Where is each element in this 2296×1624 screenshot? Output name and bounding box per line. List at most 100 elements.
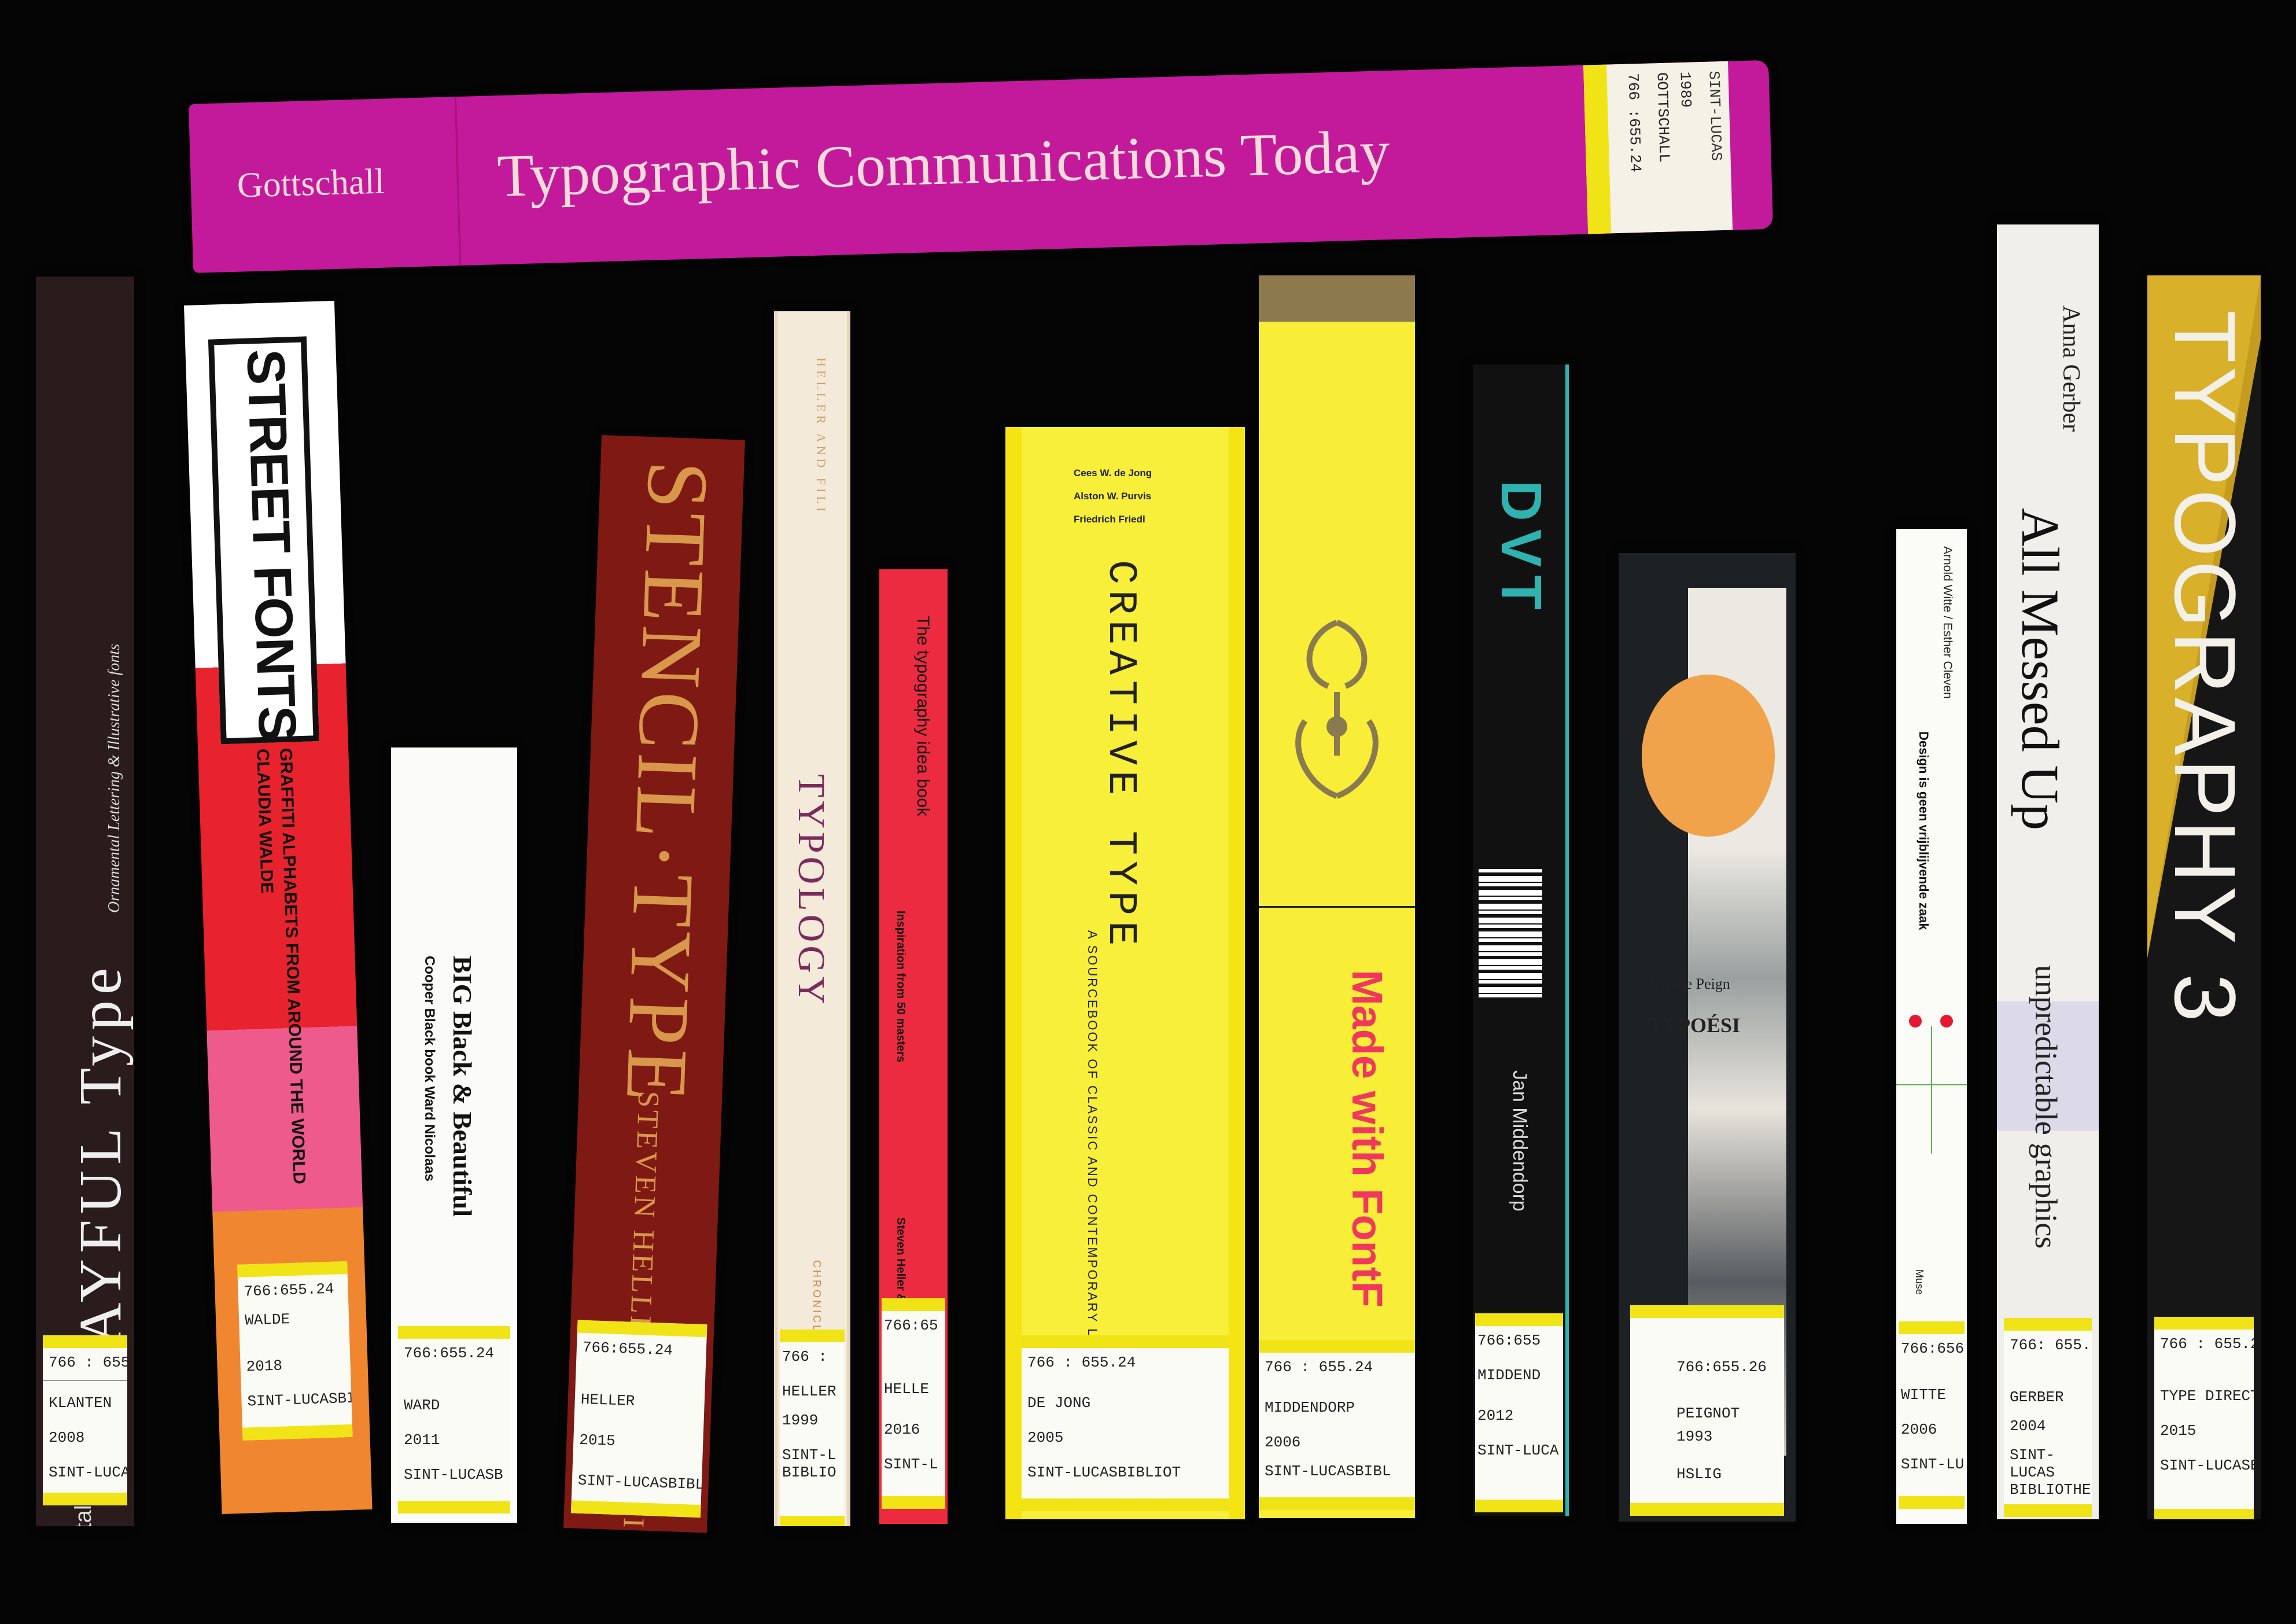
book-street-fonts: STREET FONTS GRAFFITI ALPHABETS FROM ARO…: [184, 300, 373, 1514]
label-library: SINT-LUCAS BIBLIOTHE: [2010, 1446, 2091, 1498]
book-title: All Messed Up: [2011, 508, 2070, 831]
label-call-number: 766 : 655.24: [1265, 1358, 1373, 1376]
book-subtitle: GRAFFITI ALPHABETS FROM AROUND THE WORLD: [276, 747, 309, 1185]
ornament-icon: [1295, 620, 1379, 799]
label-call-number: 766:656: [1901, 1340, 1965, 1357]
book-playful-type: PLAYFUL Type Ornamental Lettering & Illu…: [36, 277, 134, 1526]
label-year: 2006: [1901, 1421, 1937, 1438]
book-subtitle: Ornamental Lettering & Illustrative font…: [105, 643, 123, 913]
bookshelf-scene: Gottschall Typographic Communications To…: [0, 0, 2296, 1624]
label-year: 2015: [2160, 1422, 2197, 1439]
library-label: 766:656 WITTE 2006 SINT-LUC: [1899, 1321, 1965, 1509]
book-author: Arnold Witte / Esther Cleven: [1941, 546, 1954, 699]
book-author: Jan Middendorp: [1509, 1070, 1531, 1211]
label-library: SINT-LUCASBIBL: [1265, 1463, 1391, 1480]
book-made-with-fontfont: Made with FontF 766 : 655.24 MIDDENDORP …: [1259, 275, 1415, 1518]
label-name: HELLE: [884, 1380, 930, 1398]
barcode: [1479, 868, 1542, 1001]
book-creative-type: Cees W. de Jong Alston W. Purvis Friedri…: [1005, 427, 1245, 1519]
label-name: HELLER: [580, 1390, 635, 1411]
book-title: DVT: [1490, 480, 1553, 618]
label-call-number: 766:655.24: [582, 1338, 673, 1360]
label-library: SINT-LUC: [1901, 1456, 1965, 1473]
book-title: CREATIVE TYPE: [1097, 560, 1143, 952]
label-name: HELLER: [782, 1383, 836, 1400]
label-name: KLANTEN: [49, 1394, 112, 1412]
book-subtitle: unpredictable graphics: [2029, 965, 2063, 1249]
label-library: SINT-LUCASBIBLI: [247, 1389, 353, 1411]
label-call-number: 766:65: [884, 1317, 938, 1334]
book-typography-idea-book: The typography idea book Inspiration fro…: [879, 569, 948, 1524]
label-year: 2015: [578, 1431, 616, 1450]
label-call-number: 766 :: [782, 1348, 828, 1365]
label-name: MIDDEND: [1477, 1367, 1541, 1384]
label-name: WITTE: [1901, 1386, 1947, 1404]
label-library: SINT-LUCASBIBLIOT: [1027, 1464, 1181, 1481]
book-author: CLAUDIA WALDE: [253, 748, 277, 894]
book-all-messed-up: Anna Gerber All Messed Up unpredictable …: [1997, 224, 2099, 1519]
label-name: TYPE DIRECTO: [2160, 1387, 2254, 1405]
book-author: Jérôme Peign: [1649, 975, 1730, 992]
author-line: Friedrich Friedl: [1074, 514, 1145, 525]
library-label: 766:655.24 HELLER 2015 SINT-LUCASBIBLI: [570, 1320, 707, 1518]
label-year: 2004: [2010, 1417, 2046, 1435]
book-publisher: Muse: [1914, 1269, 1925, 1295]
library-label: 766:655.24 WALDE 2018 SINT-LUCASBIBLI: [237, 1261, 353, 1441]
library-label: 766:65 HELLE 2016 SINT-L: [882, 1298, 945, 1509]
red-dot: [1940, 1015, 1953, 1028]
book-subtitle: Inspiration from 50 masters: [894, 911, 907, 1063]
book-title: Made with FontF: [1343, 970, 1391, 1308]
label-library: HSLIG: [1676, 1465, 1722, 1483]
library-label: 766 : 655.262 TYPE DIRECTO 2015 SINT-LUC…: [2154, 1317, 2254, 1519]
label-year: 2006: [1265, 1434, 1301, 1451]
book-author: Anna Gerber: [2058, 305, 2084, 432]
book-title: TYPOÉSI: [1649, 1014, 1741, 1037]
wire-line: [1259, 906, 1415, 908]
library-label: 766:655 MIDDEND 2012 SINT-LUCA: [1475, 1313, 1563, 1512]
label-year: 2008: [49, 1429, 85, 1446]
label-library: SINT-LUCASB: [404, 1466, 503, 1483]
library-label: 766 : 655.24 MIDDENDORP 2006 SINT-LUCASB…: [1259, 1340, 1415, 1510]
book-title: TYPOLOGY: [790, 774, 832, 1008]
label-call-number: 766 : 655.24: [1027, 1354, 1136, 1371]
label-year: 2012: [1477, 1407, 1514, 1424]
book-authors: HELLER AND FILI: [814, 358, 828, 515]
red-dot: [1909, 1015, 1922, 1028]
book-design-is-geen-vrijblijvende-zaak: Arnold Witte / Esther Cleven Design is g…: [1896, 529, 1967, 1524]
author-line: Cees W. de Jong: [1074, 467, 1152, 478]
label-year: 1999: [782, 1412, 819, 1429]
library-label: 766:655.26 PEIGNOT 1993 HSLIG: [1630, 1305, 1784, 1516]
label-library: SINT-LUCASBIBLI: [577, 1471, 707, 1494]
label-name: DE JONG: [1027, 1394, 1091, 1412]
book-dutch-type: DVT Jan Middendorp 766:655 MIDDEND 2012 …: [1473, 364, 1569, 1516]
book-title: TYPOGRAPHY 3: [2157, 310, 2254, 1026]
label-year: 2016: [884, 1421, 920, 1438]
label-year: 1993: [1676, 1428, 1713, 1445]
label-call-number: 766:655.26: [1676, 1358, 1767, 1376]
label-name: MIDDENDORP: [1265, 1399, 1355, 1416]
label-library: SINT-LUCAS: [1705, 70, 1725, 161]
grid-line: [1931, 1026, 1932, 1154]
label-year: 2005: [1027, 1429, 1064, 1446]
book-title: BIG Black & Beautiful: [448, 956, 477, 1217]
label-library: SINT-LUCASBIBL: [49, 1464, 127, 1481]
label-call-number: 766:655.24: [244, 1280, 335, 1301]
book-title: STREET FONTS: [235, 348, 307, 742]
book-typographic-communications-today: Gottschall Typographic Communications To…: [189, 60, 1774, 273]
library-label: 766: 655. GERBER 2004 SINT-LUCAS BIBLIOT…: [2004, 1318, 2092, 1517]
book-typography-3: TYPOGRAPHY 3 766 : 655.262 TYPE DIRECTO …: [2147, 275, 2261, 1519]
label-name: PEIGNOT: [1676, 1405, 1740, 1422]
label-call-number: 766:655.24: [404, 1345, 495, 1362]
label-call-number: 766 : 655.24: [49, 1354, 127, 1371]
label-call-number: 766:655: [1477, 1332, 1541, 1349]
library-label: 766 :655.24 GOTTSCHALL 1989 SINT-LUCAS: [1583, 61, 1733, 234]
book-title: Typographic Communications Today: [496, 118, 1391, 210]
book-title: Design is geen vrijblijvende zaak: [1917, 731, 1931, 930]
label-year: 2018: [246, 1357, 283, 1376]
label-name: GOTTSCHALL: [1653, 72, 1673, 163]
label-call-number: 766: 655.: [2010, 1336, 2091, 1354]
book-title: STENCIL·TYPE: [607, 459, 727, 1107]
spine-divider: [454, 97, 461, 266]
label-call-number: 766 :655.24: [1624, 72, 1645, 173]
book-title: The typography idea book: [913, 616, 933, 816]
